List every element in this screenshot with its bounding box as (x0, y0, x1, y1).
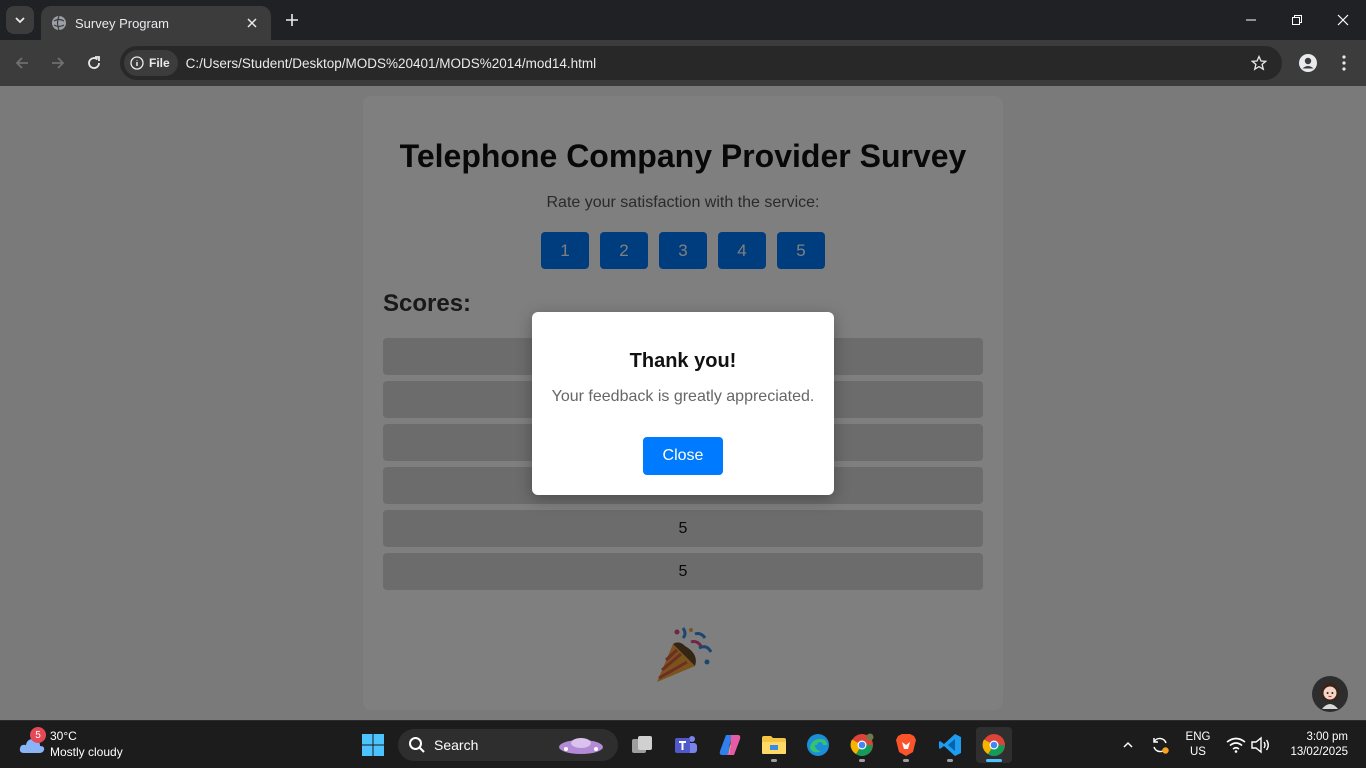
plus-icon (286, 14, 298, 26)
weather-widget[interactable]: 5 30°C Mostly cloudy (14, 727, 144, 763)
language-indicator[interactable]: ENG US (1184, 730, 1212, 760)
reload-button[interactable] (80, 49, 108, 77)
back-button[interactable] (8, 49, 36, 77)
clock-time: 3:00 pm (1306, 731, 1348, 743)
info-icon (130, 56, 144, 70)
close-icon (1337, 14, 1349, 26)
profile-icon (1299, 54, 1317, 72)
chevron-up-icon (1123, 741, 1133, 748)
globe-icon (52, 15, 66, 31)
running-indicator (771, 759, 777, 762)
assistant-avatar-button[interactable] (1312, 676, 1348, 712)
address-bar[interactable]: File C:/Users/Student/Desktop/MODS%20401… (120, 46, 1282, 80)
edge-app-button[interactable] (800, 727, 836, 763)
avatar-icon (1321, 683, 1339, 709)
taskbar: 5 30°C Mostly cloudy Search ENG US 3:00 … (0, 720, 1366, 768)
modal-message: Your feedback is greatly appreciated. (551, 388, 815, 405)
show-hidden-icons-button[interactable] (1116, 733, 1140, 757)
teams-icon (675, 736, 697, 753)
tab-search-button[interactable] (6, 6, 34, 34)
file-explorer-button[interactable] (756, 727, 792, 763)
restore-icon (1292, 15, 1302, 25)
taskbar-search[interactable]: Search (398, 729, 618, 761)
url-text[interactable]: C:/Users/Student/Desktop/MODS%20401/MODS… (186, 56, 596, 71)
chrome-profile-app-button[interactable] (844, 727, 880, 763)
thank-you-modal: Thank you! Your feedback is greatly appr… (532, 312, 834, 495)
wifi-button[interactable] (1224, 733, 1248, 757)
restore-button[interactable] (1274, 0, 1320, 40)
clock[interactable]: 3:00 pm 13/02/2025 (1282, 730, 1348, 760)
chip-label: File (149, 56, 170, 70)
close-window-button[interactable] (1320, 0, 1366, 40)
close-button[interactable]: Close (643, 437, 723, 475)
tab-strip: Survey Program (0, 0, 1366, 40)
wifi-icon (1226, 737, 1246, 753)
brave-icon (896, 734, 916, 756)
keyboard-region: US (1190, 746, 1206, 758)
clock-date: 13/02/2025 (1290, 746, 1348, 758)
arrow-left-icon (15, 57, 28, 69)
chrome-app-button[interactable] (976, 727, 1012, 763)
folder-icon (762, 736, 786, 754)
copilot-app-button[interactable] (712, 727, 748, 763)
vscode-app-button[interactable] (932, 727, 968, 763)
chevron-down-icon (15, 17, 25, 24)
running-indicator (903, 759, 909, 762)
task-view-icon (632, 736, 652, 753)
brave-app-button[interactable] (888, 727, 924, 763)
sync-icon (1153, 737, 1169, 754)
task-view-button[interactable] (624, 727, 660, 763)
windows-logo-icon (362, 734, 384, 756)
chrome-icon (850, 733, 874, 756)
running-indicator (947, 759, 953, 762)
active-indicator (986, 759, 1002, 762)
search-icon (409, 737, 425, 753)
minimize-icon (1246, 19, 1256, 21)
weather-temp: 30°C (50, 729, 77, 743)
edge-icon (807, 734, 829, 756)
teams-app-button[interactable] (668, 727, 704, 763)
weather-desc: Mostly cloudy (50, 745, 123, 759)
minimize-button[interactable] (1228, 0, 1274, 40)
page-viewport: Telephone Company Provider Survey Rate y… (0, 86, 1366, 720)
site-info-chip[interactable]: File (124, 50, 178, 76)
bookmark-button[interactable] (1248, 52, 1270, 74)
browser-tab[interactable]: Survey Program (41, 6, 271, 40)
language-code: ENG (1185, 731, 1211, 743)
reload-icon (88, 56, 100, 69)
chrome-icon (982, 734, 1005, 756)
tab-title: Survey Program (75, 15, 169, 31)
start-button[interactable] (355, 727, 391, 763)
forward-button[interactable] (44, 49, 72, 77)
profile-button[interactable] (1294, 49, 1322, 77)
close-tab-icon[interactable] (243, 14, 261, 32)
search-highlight-icon (559, 738, 603, 754)
more-vertical-icon (1342, 55, 1346, 71)
speaker-icon (1251, 736, 1269, 754)
modal-title: Thank you! (629, 350, 737, 372)
copilot-icon (719, 735, 741, 755)
weather-badge: 5 (30, 727, 46, 743)
running-indicator (859, 759, 865, 762)
arrow-right-icon (52, 57, 65, 69)
search-label: Search (434, 737, 479, 753)
star-icon (1251, 55, 1267, 71)
vscode-icon (939, 734, 961, 756)
new-tab-button[interactable] (280, 8, 304, 32)
volume-button[interactable] (1248, 733, 1272, 757)
browser-toolbar: File C:/Users/Student/Desktop/MODS%20401… (0, 40, 1366, 86)
sync-status-button[interactable] (1148, 733, 1172, 757)
browser-menu-button[interactable] (1330, 49, 1358, 77)
